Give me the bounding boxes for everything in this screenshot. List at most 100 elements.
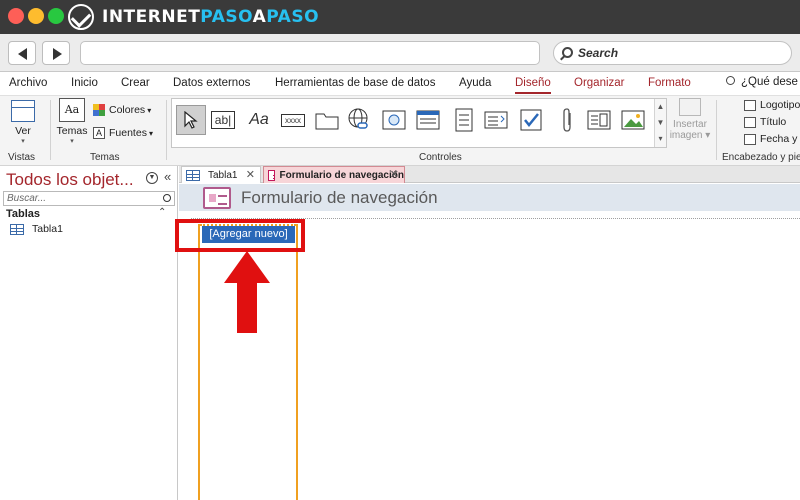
navigation-form-icon — [203, 187, 231, 209]
doc-tab-label: Formulario de navegación — [279, 169, 404, 181]
close-window-button[interactable] — [8, 8, 24, 24]
navigation-control-button[interactable] — [413, 105, 443, 135]
chevron-down-icon: ▾ — [21, 138, 25, 145]
group-separator — [50, 100, 51, 160]
fonts-button[interactable]: A Fuentes ▾ — [93, 127, 153, 139]
themes-button[interactable]: Aa Temas ▾ — [55, 98, 89, 145]
chevron-down-icon: ▾ — [70, 138, 74, 145]
label-control-button[interactable]: Aa — [244, 105, 274, 135]
nav-item-label: Tabla1 — [32, 223, 63, 235]
tell-me-field[interactable]: ¿Qué dese — [726, 76, 798, 88]
tab-archivo[interactable]: Archivo — [9, 77, 47, 89]
chevron-down-icon[interactable]: ▼ — [146, 172, 158, 184]
attachment-control-button[interactable] — [552, 105, 582, 135]
hyperlink-control-button[interactable] — [344, 105, 374, 135]
collapse-pane-icon[interactable]: « — [164, 169, 171, 184]
group-separator — [716, 100, 717, 160]
textbox-control-button[interactable]: ab| — [208, 105, 238, 135]
tab-diseno[interactable]: Diseño — [515, 77, 551, 94]
checkbox-control-button[interactable] — [516, 105, 546, 135]
font-icon: A — [93, 127, 105, 139]
ribbon-tabs: Archivo Inicio Crear Datos externos Herr… — [0, 72, 800, 96]
logo-icon — [744, 99, 756, 111]
view-label: Ver — [15, 125, 31, 137]
form-header: Formulario de navegación — [179, 184, 800, 211]
search-icon — [562, 47, 573, 58]
form-icon — [268, 169, 275, 181]
gallery-more-icon[interactable]: ▾ — [655, 131, 666, 147]
forward-button[interactable] — [42, 41, 70, 65]
title-icon — [744, 116, 756, 128]
chevron-up-icon[interactable]: ▲ — [655, 99, 666, 115]
tab-formato[interactable]: Formato — [648, 77, 691, 89]
nav-search-placeholder: Buscar... — [7, 193, 47, 204]
group-label-encabezado: Encabezado y pie — [722, 152, 800, 163]
close-icon[interactable]: ✕ — [246, 168, 255, 181]
tab-inicio[interactable]: Inicio — [71, 77, 98, 89]
gallery-scroll[interactable]: ▲ ▼ ▾ — [654, 99, 666, 147]
highlight-box — [175, 219, 305, 252]
back-button[interactable] — [8, 41, 36, 65]
tab-organizar[interactable]: Organizar — [574, 77, 625, 89]
calendar-icon — [744, 133, 756, 145]
group-separator — [166, 100, 167, 160]
title-label: Título — [760, 116, 787, 128]
view-button[interactable]: Ver ▾ — [8, 100, 38, 145]
tab-herramientas[interactable]: Herramientas de base de datos — [275, 77, 435, 89]
address-bar[interactable] — [80, 41, 540, 65]
nav-category-header[interactable]: Tablas — [6, 208, 40, 220]
insert-image-label-1: Insertar — [673, 119, 707, 130]
date-time-button[interactable]: Fecha y h — [744, 133, 800, 145]
browser-search-field[interactable]: Search — [553, 41, 792, 65]
date-time-label: Fecha y h — [760, 133, 800, 145]
combo-list-icon — [484, 111, 508, 129]
option-group-control-button[interactable] — [449, 105, 479, 135]
select-pointer-button[interactable] — [176, 105, 206, 135]
zoom-window-button[interactable] — [48, 8, 64, 24]
search-placeholder: Search — [578, 46, 619, 60]
logo-button[interactable]: Logotipo — [744, 99, 800, 111]
chevron-up-icon[interactable]: ⌃ — [158, 207, 166, 218]
web-browser-control-button[interactable] — [379, 105, 409, 135]
subform-control-button[interactable] — [584, 105, 614, 135]
doc-tab-tabla1[interactable]: Tabla1 ✕ — [181, 166, 261, 183]
button-control-button[interactable]: xxxx — [278, 105, 308, 135]
subform-icon — [587, 110, 611, 130]
search-icon[interactable] — [163, 194, 171, 202]
close-icon[interactable]: ✕ — [390, 168, 399, 181]
document-tabs: Tabla1 ✕ Formulario de navegación ✕ — [179, 166, 800, 183]
navigation-control-icon — [416, 110, 440, 130]
doc-tab-formulario[interactable]: Formulario de navegación ✕ — [263, 166, 405, 183]
tab-ayuda[interactable]: Ayuda — [459, 77, 491, 89]
image-control-button[interactable] — [618, 105, 648, 135]
group-label-vistas: Vistas — [8, 152, 36, 163]
insert-image-button[interactable]: Insertar imagen ▾ — [668, 98, 712, 141]
colors-button[interactable]: Colores ▾ — [93, 104, 151, 116]
navigation-pane: Todos los objet... ▼ « Buscar... Tablas … — [0, 166, 178, 500]
option-group-icon — [455, 108, 473, 132]
image-icon — [679, 98, 701, 116]
folder-tab-icon — [315, 113, 339, 130]
group-label-temas: Temas — [90, 152, 120, 163]
title-button[interactable]: Título — [744, 116, 786, 128]
tab-crear[interactable]: Crear — [121, 77, 150, 89]
themes-icon: Aa — [59, 98, 85, 122]
form-title[interactable]: Formulario de navegación — [241, 188, 438, 208]
nav-pane-title[interactable]: Todos los objet... — [6, 170, 134, 190]
nav-item-tabla1[interactable]: Tabla1 — [10, 223, 63, 235]
textbox-icon: ab| — [210, 111, 236, 129]
image-icon — [621, 110, 645, 130]
chevron-down-icon[interactable]: ▼ — [655, 115, 666, 131]
globe-link-icon — [348, 108, 368, 129]
search-icon — [726, 76, 735, 85]
browser-control-icon — [382, 110, 406, 130]
cursor-icon — [184, 111, 198, 129]
window-titlebar: INTERNETPASOAPASO — [0, 0, 800, 34]
minimize-window-button[interactable] — [28, 8, 44, 24]
page-break-control-button[interactable] — [481, 105, 511, 135]
tab-control-button[interactable] — [312, 105, 342, 135]
nav-search-input[interactable]: Buscar... — [3, 191, 175, 206]
view-icon — [11, 100, 35, 122]
doc-tab-label: Tabla1 — [208, 169, 238, 181]
tab-datos-externos[interactable]: Datos externos — [173, 77, 250, 89]
